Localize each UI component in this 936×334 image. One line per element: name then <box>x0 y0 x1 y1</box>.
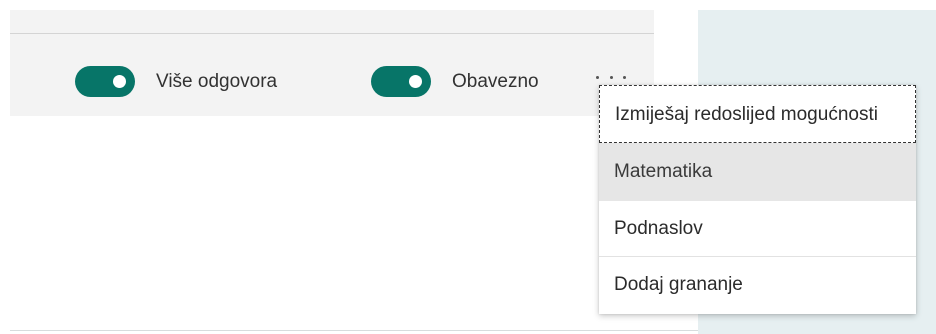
menu-item-shuffle-options[interactable]: Izmiješaj redoslijed mogućnosti <box>599 85 916 143</box>
question-card-top <box>10 10 654 34</box>
menu-item-math[interactable]: Matematika <box>599 143 916 201</box>
divider <box>10 330 698 331</box>
ellipsis-icon <box>596 75 599 79</box>
menu-item-add-branching[interactable]: Dodaj grananje <box>599 257 916 313</box>
multiple-answers-toggle[interactable] <box>75 66 135 97</box>
toggle-knob <box>113 75 126 88</box>
ellipsis-icon <box>623 75 626 79</box>
menu-item-subtitle[interactable]: Podnaslov <box>599 201 916 257</box>
ellipsis-icon <box>609 75 613 79</box>
required-setting: Obavezno <box>371 66 539 97</box>
required-toggle[interactable] <box>371 66 431 97</box>
form-editor: Više odgovora Obavezno Izmiješaj redosli… <box>0 0 936 334</box>
toggle-knob <box>409 75 422 88</box>
multiple-answers-label: Više odgovora <box>156 71 278 92</box>
multiple-answers-setting: Više odgovora <box>75 66 277 97</box>
more-options-menu: Izmiješaj redoslijed mogućnosti Matemati… <box>599 85 916 314</box>
more-options-button[interactable] <box>596 70 626 84</box>
required-label: Obavezno <box>452 71 539 92</box>
